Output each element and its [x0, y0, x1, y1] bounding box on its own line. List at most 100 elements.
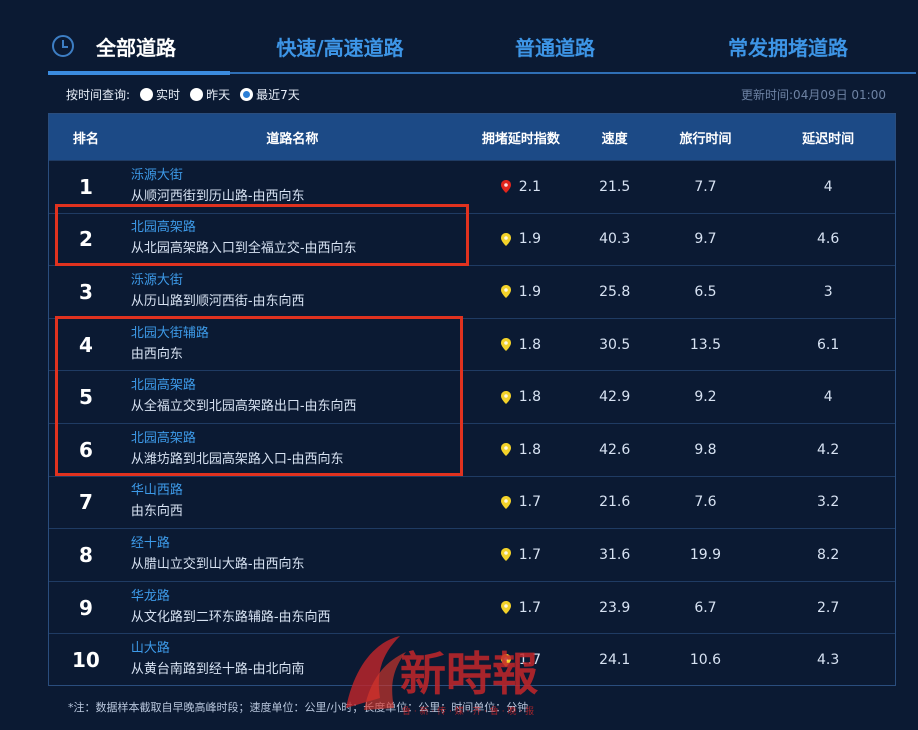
tab-label: 全部道路: [96, 35, 176, 60]
header-road-name: 道路名称: [266, 131, 319, 147]
delay-time-cell: 4: [823, 178, 833, 195]
speed-cell: 24.1: [599, 652, 631, 669]
tab-all-roads[interactable]: 全部道路: [48, 18, 230, 74]
delay-time-cell: 4.3: [817, 652, 840, 669]
table-row[interactable]: 3 泺源大街从历山路到顺河西街-由东向西 1.9 25.8 6.5 3: [49, 265, 895, 318]
road-name-link[interactable]: 经十路: [131, 534, 462, 554]
road-direction: 从文化路到二环东路辅路-由东向西: [130, 609, 331, 625]
road-name-link[interactable]: 泺源大街: [131, 166, 462, 186]
rank-cell: 8: [49, 543, 123, 567]
road-cell: 山大路 从黄台南路到经十路-由北向南: [123, 639, 462, 681]
delay-index-cell: 1.8: [462, 442, 580, 458]
rank-cell: 2: [49, 227, 123, 251]
rank-number: 4: [78, 332, 93, 357]
road-direction: 从全福立交到北园高架路出口-由东向西: [130, 399, 357, 415]
radio-last-7-days[interactable]: 最近7天: [240, 86, 300, 103]
road-cell: 华山西路 由东向西: [123, 481, 462, 523]
speed-cell: 40.3: [599, 231, 631, 248]
road-name-link[interactable]: 山大路: [131, 639, 462, 659]
delay-time-cell: 8.2: [817, 546, 840, 563]
radio-dot[interactable]: [240, 87, 254, 101]
table-row[interactable]: 6 北园高架路 从潍坊路到北园高架路入口-由西向东 1.8 42.6 9.8 4.2: [49, 422, 895, 476]
delay-index-value: 1.7: [518, 546, 542, 563]
rank-cell: 9: [49, 596, 123, 620]
speed-cell: 30.5: [599, 336, 631, 353]
delay-time-cell: 3: [823, 283, 833, 300]
table-row[interactable]: 9 华龙路 从文化路到二环东路辅路-由东向西 1.7 23.9 6.7 2.7: [49, 580, 895, 634]
header-rank: 排名: [72, 131, 99, 147]
table-row[interactable]: 4 北园大街辅路 由西向东 1.8 30.5 13.5 6.1: [49, 317, 895, 371]
delay-index-value: 1.7: [518, 494, 542, 511]
delay-time-cell: 3.2: [817, 494, 840, 511]
road-name-link[interactable]: 北园高架路: [131, 429, 462, 449]
road-cell: 泺源大街从顺河西街到历山路-由西向东: [123, 166, 462, 208]
travel-time-cell: 19.9: [689, 546, 722, 563]
clock-icon: [52, 35, 74, 57]
tab-label: 快速/高速道路: [276, 35, 404, 60]
header-travel-time: 旅行时间: [679, 131, 732, 147]
delay-index-value: 1.9: [518, 283, 542, 300]
radio-yesterday[interactable]: 昨天: [190, 86, 230, 103]
road-name-link[interactable]: 泺源大街: [131, 271, 462, 291]
table-row[interactable]: 1 泺源大街 从顺河西街到历山路-由西向东 2.1 21.5 7.7 4: [49, 160, 895, 213]
tab-ordinary-roads[interactable]: 普通道路: [450, 18, 660, 74]
table-row[interactable]: 8 经十路 从腊山立交到山大路-由西向东 1.7 31.6 19.9 8.2: [49, 528, 895, 581]
road-direction: 从北园高架路入口到全福立交-由西向东: [130, 241, 357, 257]
rank-number: 7: [78, 490, 93, 515]
delay-index-cell: 1.7: [462, 652, 580, 668]
table-row[interactable]: 7 华山西路 由东向西 1.7 21.6 7.6 3.2: [49, 475, 895, 529]
road-name-link[interactable]: 北园高架路: [131, 218, 462, 238]
map-pin-icon: [500, 180, 511, 194]
speed-cell: 42.9: [599, 389, 631, 406]
road-type-tabs: 全部道路 快速/高速道路 普通道路 常发拥堵道路: [48, 18, 916, 75]
radio-dot[interactable]: [190, 87, 204, 101]
delay-index-cell: 1.7: [462, 494, 580, 510]
road-cell: 北园高架路从潍坊路到北园高架路入口-由西向东: [123, 429, 462, 471]
travel-time-cell: 13.5: [689, 336, 722, 353]
delay-time-cell: 2.7: [817, 599, 840, 616]
speed-cell: 31.6: [599, 546, 631, 563]
filter-label: 按时间查询:: [66, 87, 131, 102]
road-name-link[interactable]: 华山西路: [131, 481, 462, 501]
map-pin-icon: [500, 653, 511, 667]
travel-time-cell: 6.7: [694, 599, 717, 616]
active-tab-indicator: [48, 71, 230, 75]
header-delay-index: 拥堵延时指数: [481, 131, 560, 147]
delay-index-value: 1.8: [518, 441, 542, 458]
rank-cell: 1: [49, 175, 123, 199]
delay-index-value: 2.1: [518, 178, 542, 195]
travel-time-cell: 6.5: [694, 283, 717, 300]
rank-number: 3: [78, 279, 93, 304]
road-name-link[interactable]: 北园大街辅路: [131, 324, 462, 344]
delay-time-cell: 4.6: [817, 231, 840, 248]
map-pin-icon: [500, 443, 511, 457]
road-cell: 经十路 从腊山立交到山大路-由西向东: [123, 534, 462, 576]
table-body: 1 泺源大街 从顺河西街到历山路-由西向东 2.1 21.5 7.7 4 2 北园高架路 从北园高…: [49, 160, 895, 686]
road-direction: 由西向东: [130, 346, 183, 362]
road-direction: 从潍坊路到北园高架路入口-由西向东: [130, 451, 344, 467]
radio-realtime[interactable]: 实时: [140, 86, 180, 103]
speed-cell: 25.8: [599, 283, 631, 300]
road-direction: 从历山路到顺河西街-由东向西: [130, 293, 305, 309]
map-pin-icon: [500, 601, 511, 615]
tab-label: 普通道路: [515, 35, 595, 60]
road-name-link[interactable]: 北园高架路: [131, 376, 462, 396]
map-pin-icon: [500, 390, 511, 404]
tab-expressway[interactable]: 快速/高速道路: [230, 18, 450, 74]
rank-number: 8: [78, 542, 93, 567]
table-row[interactable]: 2 北园高架路 从北园高架路入口到全福立交-由西向东 1.9 40.3 9.7 4.6: [49, 212, 895, 266]
header-speed: 速度: [601, 131, 628, 147]
travel-time-cell: 9.2: [694, 389, 717, 406]
delay-index-cell: 1.8: [462, 389, 580, 405]
radio-dot[interactable]: [140, 87, 154, 101]
road-direction: 从顺河西街到历山路-由西向东: [130, 188, 305, 204]
table-row[interactable]: 5 北园高架路 从全福立交到北园高架路出口-由东向西 1.8 42.9 9.2 4: [49, 370, 895, 423]
delay-time-cell: 4.2: [817, 441, 840, 458]
tab-frequent-congestion[interactable]: 常发拥堵道路: [660, 18, 916, 74]
road-name-link[interactable]: 华龙路: [131, 587, 462, 607]
speed-cell: 42.6: [599, 441, 631, 458]
delay-index-cell: 1.9: [462, 284, 580, 300]
header-delay-time: 延迟时间: [802, 131, 855, 147]
table-row[interactable]: 10 山大路 从黄台南路到经十路-由北向南 1.7 24.1 10.6 4.3: [49, 633, 895, 686]
delay-index-cell: 1.8: [462, 337, 580, 353]
